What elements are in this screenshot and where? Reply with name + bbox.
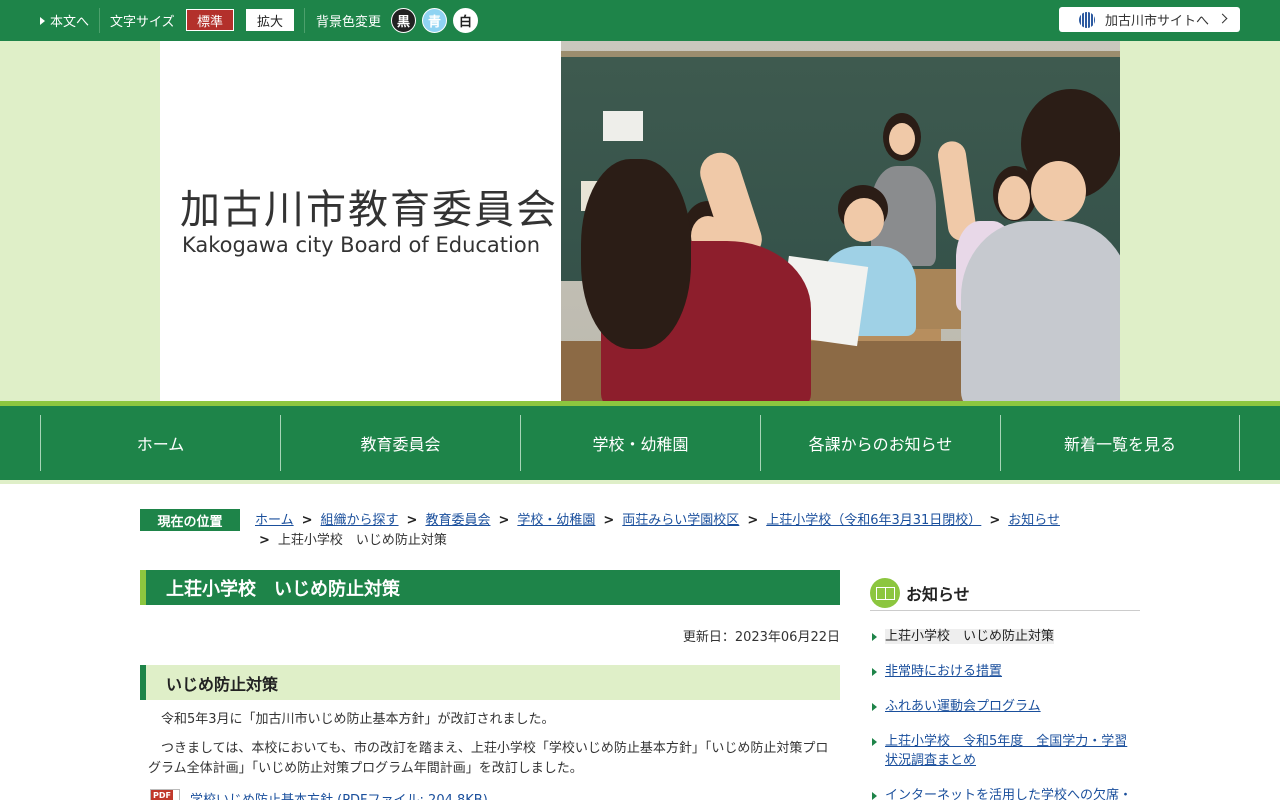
- header-photo-classroom: [561, 41, 1120, 401]
- pdf-link[interactable]: 学校いじめ防止基本方針 (PDFファイル: 204.8KB): [190, 789, 488, 800]
- bg-color-label: 背景色変更: [316, 15, 382, 30]
- breadcrumb-link-home[interactable]: ホーム: [255, 513, 294, 528]
- divider: [304, 8, 305, 33]
- sidebar-link-emergency[interactable]: 非常時における措置: [885, 664, 1002, 679]
- nav-schools[interactable]: 学校・幼稚園: [520, 415, 760, 471]
- site-title-japanese[interactable]: 加古川市教育委員会: [180, 177, 558, 235]
- section-heading: いじめ防止対策: [140, 665, 840, 700]
- list-item: ふれあい運動会プログラム: [870, 697, 1140, 716]
- triangle-right-icon: [40, 16, 45, 25]
- divider: [99, 8, 100, 33]
- city-logo-icon: [1079, 11, 1095, 28]
- font-large-button[interactable]: 拡大: [246, 9, 294, 31]
- pdf-attachment: PDF 学校いじめ防止基本方針 (PDFファイル: 204.8KB): [150, 788, 840, 800]
- body-paragraph-1: 令和5年3月に「加古川市いじめ防止基本方針」が改訂されました。: [161, 712, 555, 727]
- sidebar-link-sports-day[interactable]: ふれあい運動会プログラム: [885, 699, 1041, 714]
- city-site-button[interactable]: 加古川市サイトへ: [1059, 7, 1240, 32]
- breadcrumb-link-board[interactable]: 教育委員会: [425, 513, 490, 528]
- nav-home[interactable]: ホーム: [40, 415, 280, 471]
- book-icon: [870, 577, 900, 608]
- page-title: 上荘小学校 いじめ防止対策: [140, 570, 840, 605]
- bg-blue-button[interactable]: 青: [422, 8, 447, 33]
- sidebar-news-list: 上荘小学校 いじめ防止対策 非常時における措置 ふれあい運動会プログラム 上荘小…: [870, 627, 1140, 800]
- site-title-english[interactable]: Kakogawa city Board of Education: [182, 233, 540, 257]
- sidebar-heading: お知らせ: [870, 575, 1140, 611]
- list-item: 非常時における措置: [870, 662, 1140, 681]
- list-item: インターネットを活用した学校への欠席・: [870, 786, 1140, 800]
- sidebar-link-survey[interactable]: 上荘小学校 令和5年度 全国学力・学習状況調査まとめ: [885, 734, 1127, 768]
- breadcrumb-link-schools[interactable]: 学校・幼稚園: [517, 513, 595, 528]
- breadcrumb-link-organization[interactable]: 組織から探す: [321, 513, 399, 528]
- breadcrumb-link-school[interactable]: 上荘小学校（令和6年3月31日閉校）: [766, 513, 981, 528]
- breadcrumb-current: 上荘小学校 いじめ防止対策: [277, 533, 447, 548]
- bg-black-button[interactable]: 黒: [391, 8, 416, 33]
- list-item: 上荘小学校 令和5年度 全国学力・学習状況調査まとめ: [870, 732, 1140, 770]
- breadcrumb: ホーム > 組織から探す > 教育委員会 > 学校・幼稚園 > 両荘みらい学園校区 > 上荘小学校（…: [255, 513, 1060, 548]
- updated-date: 更新日：2023年06月22日: [682, 630, 840, 645]
- nav-whats-new[interactable]: 新着一覧を見る: [1000, 415, 1240, 471]
- font-standard-button[interactable]: 標準: [186, 9, 234, 31]
- nav-department-news[interactable]: 各課からのお知らせ: [760, 415, 1000, 471]
- font-size-label: 文字サイズ: [110, 15, 175, 30]
- skip-to-content-link[interactable]: 本文へ: [40, 0, 89, 41]
- site-header: 加古川市教育委員会 Kakogawa city Board of Educati…: [160, 41, 1120, 401]
- pdf-icon: PDF: [150, 789, 180, 800]
- nav-board-of-education[interactable]: 教育委員会: [280, 415, 520, 471]
- sidebar-item-current: 上荘小学校 いじめ防止対策: [870, 627, 1140, 646]
- body-paragraph-2: つきましては、本校においても、市の改訂を踏まえ、上荘小学校「学校いじめ防止基本方…: [148, 741, 829, 776]
- utility-bar: 本文へ 文字サイズ 標準 拡大 背景色変更 黒 青 白 加古川市サイトへ: [0, 0, 1280, 41]
- sidebar-link-absence[interactable]: インターネットを活用した学校への欠席・: [885, 788, 1132, 800]
- breadcrumb-link-district[interactable]: 両荘みらい学園校区: [622, 513, 739, 528]
- chevron-right-icon: [1217, 13, 1228, 24]
- breadcrumb-label: 現在の位置: [140, 509, 240, 531]
- global-nav: ホーム 教育委員会 学校・幼稚園 各課からのお知らせ 新着一覧を見る: [0, 406, 1280, 480]
- bg-white-button[interactable]: 白: [453, 8, 478, 33]
- breadcrumb-link-news[interactable]: お知らせ: [1008, 513, 1060, 528]
